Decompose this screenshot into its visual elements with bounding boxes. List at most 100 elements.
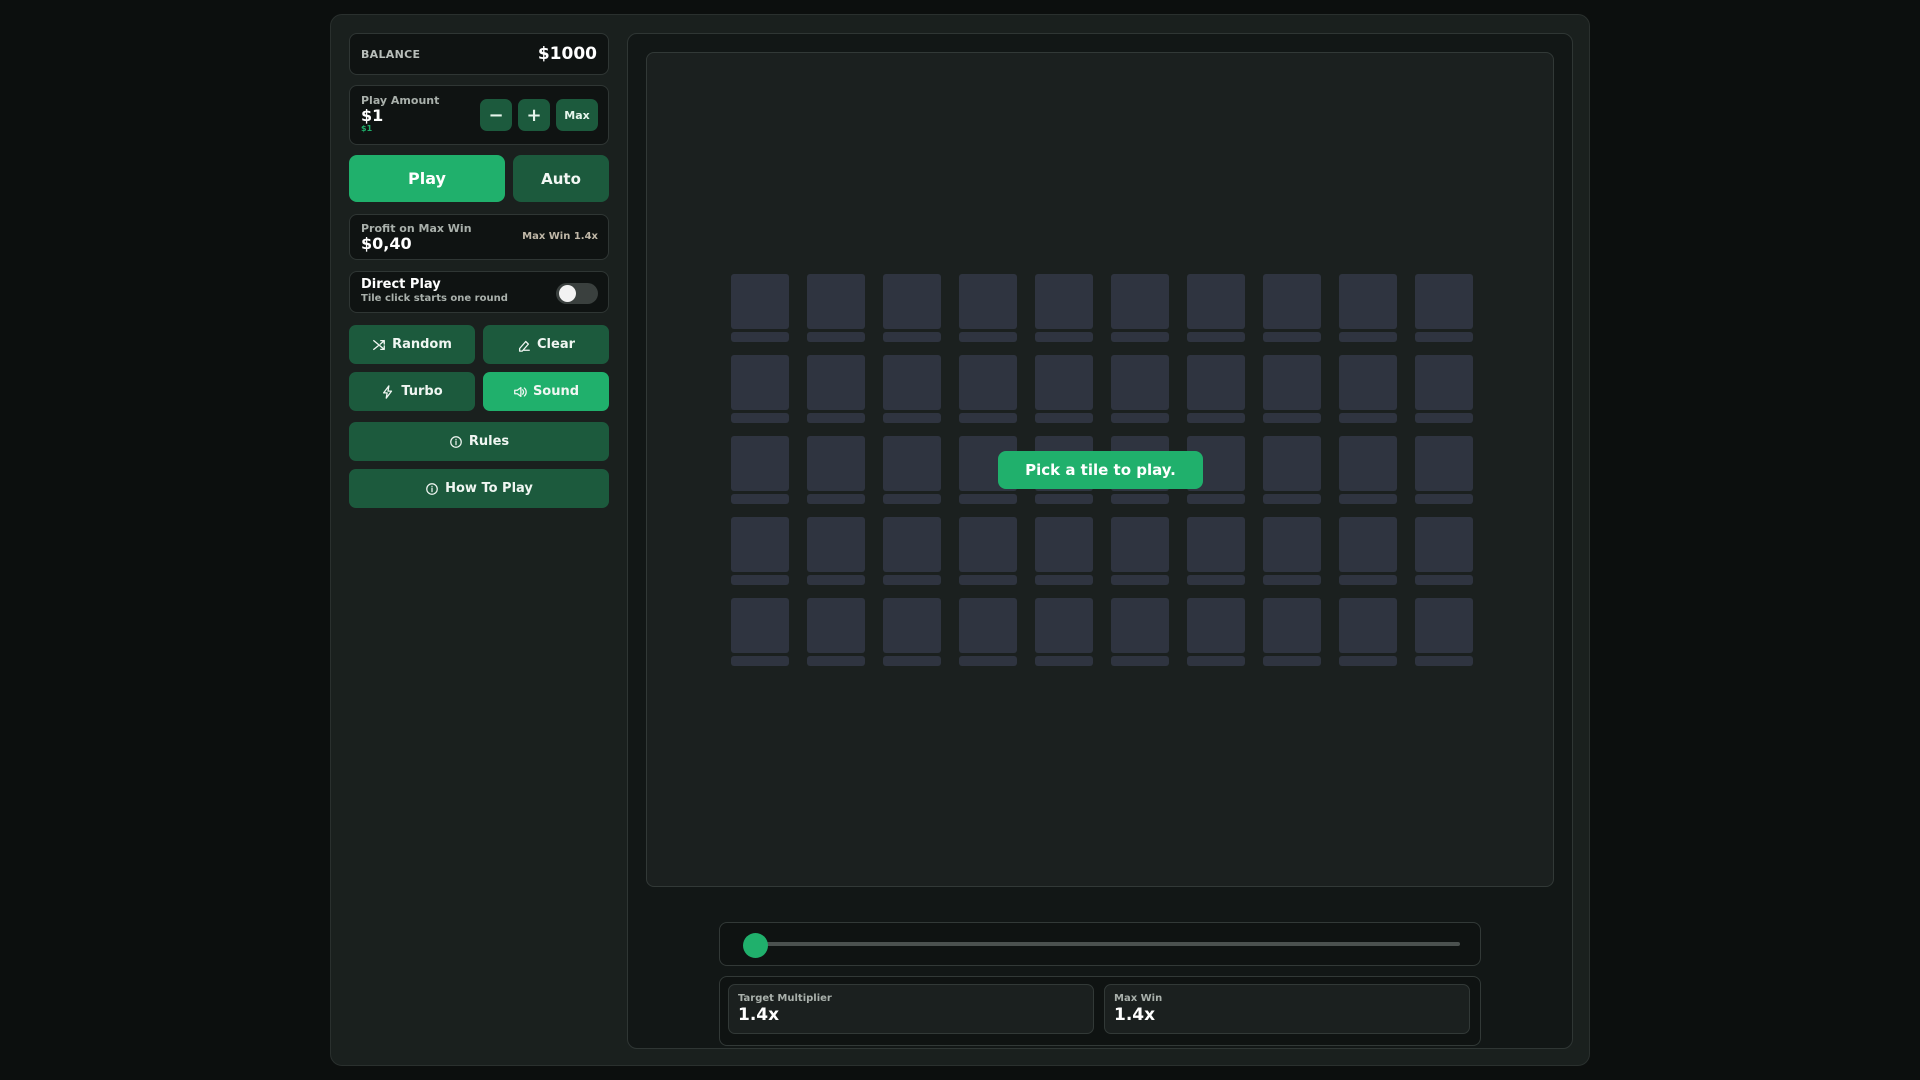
tile-face (731, 274, 789, 329)
increase-amount-button[interactable]: + (518, 99, 550, 131)
tile[interactable] (807, 274, 865, 342)
tile[interactable] (731, 355, 789, 423)
tile[interactable] (1187, 274, 1245, 342)
tile[interactable] (1339, 598, 1397, 666)
tile[interactable] (883, 598, 941, 666)
tile[interactable] (1339, 355, 1397, 423)
how-to-play-button[interactable]: How To Play (349, 469, 609, 508)
tile-base (883, 332, 941, 342)
clear-button[interactable]: Clear (483, 325, 609, 364)
tile[interactable] (1263, 517, 1321, 585)
tile[interactable] (807, 598, 865, 666)
tile-face (1415, 355, 1473, 410)
tile[interactable] (1415, 355, 1473, 423)
tile-base (1415, 413, 1473, 423)
tile[interactable] (1415, 517, 1473, 585)
random-button[interactable]: Random (349, 325, 475, 364)
tile[interactable] (1111, 274, 1169, 342)
tile[interactable] (807, 436, 865, 504)
sound-button[interactable]: Sound (483, 372, 609, 411)
info-icon (449, 435, 463, 449)
tile[interactable] (883, 274, 941, 342)
tile-face (1187, 355, 1245, 410)
tile[interactable] (1187, 517, 1245, 585)
tile[interactable] (1035, 598, 1093, 666)
tile[interactable] (1187, 598, 1245, 666)
tile[interactable] (959, 355, 1017, 423)
auto-button[interactable]: Auto (513, 155, 609, 202)
rules-button[interactable]: Rules (349, 422, 609, 461)
tile-base (1415, 494, 1473, 504)
shuffle-icon (372, 338, 386, 352)
tile[interactable] (1263, 355, 1321, 423)
tile[interactable] (1339, 436, 1397, 504)
tile-base (1111, 332, 1169, 342)
tile-base (1035, 575, 1093, 585)
rules-label: Rules (468, 434, 510, 449)
tile-base (731, 332, 789, 342)
tile[interactable] (959, 274, 1017, 342)
tile-face (731, 598, 789, 653)
tile[interactable] (959, 517, 1017, 585)
tile-face (1035, 274, 1093, 329)
tile-base (883, 575, 941, 585)
tile[interactable] (959, 598, 1017, 666)
tile[interactable] (1415, 436, 1473, 504)
tile[interactable] (1263, 436, 1321, 504)
tile-base (1415, 656, 1473, 666)
turbo-button[interactable]: Turbo (349, 372, 475, 411)
tile-base (883, 656, 941, 666)
tile[interactable] (731, 517, 789, 585)
tile[interactable] (1415, 274, 1473, 342)
tile-face (959, 355, 1017, 410)
tile[interactable] (807, 355, 865, 423)
tile-base (1339, 575, 1397, 585)
tile[interactable] (1111, 355, 1169, 423)
tile[interactable] (883, 517, 941, 585)
tile[interactable] (807, 517, 865, 585)
tile-base (959, 413, 1017, 423)
tile[interactable] (1339, 274, 1397, 342)
tile[interactable] (1339, 517, 1397, 585)
eraser-icon (517, 338, 531, 352)
max-amount-button[interactable]: Max (556, 99, 598, 131)
tile-base (1111, 494, 1169, 504)
tile-base (1263, 656, 1321, 666)
tile[interactable] (1415, 598, 1473, 666)
tile[interactable] (1035, 517, 1093, 585)
tile[interactable] (1035, 355, 1093, 423)
clear-label: Clear (537, 337, 575, 352)
tile-base (807, 494, 865, 504)
tile[interactable] (883, 355, 941, 423)
tile-face (1415, 517, 1473, 572)
option-buttons: Random Clear Turbo Sound (349, 325, 609, 411)
play-button[interactable]: Play (349, 155, 505, 202)
tile-base (1415, 575, 1473, 585)
tile[interactable] (1263, 274, 1321, 342)
tile[interactable] (883, 436, 941, 504)
direct-play-toggle[interactable] (556, 283, 598, 304)
tile[interactable] (1187, 355, 1245, 423)
decrease-amount-button[interactable]: − (480, 99, 512, 131)
game-window: BALANCE $1000 Play Amount $1 $1 − + Max … (330, 14, 1590, 1066)
tile-base (1263, 413, 1321, 423)
balance-card: BALANCE $1000 (349, 33, 609, 75)
tile[interactable] (1035, 274, 1093, 342)
tile[interactable] (731, 274, 789, 342)
tile[interactable] (731, 598, 789, 666)
turbo-label: Turbo (401, 384, 443, 399)
tile[interactable] (1263, 598, 1321, 666)
tile-face (807, 274, 865, 329)
tile[interactable] (1111, 517, 1169, 585)
slider-track[interactable] (756, 942, 1460, 946)
tile-base (883, 413, 941, 423)
how-to-play-label: How To Play (445, 481, 533, 496)
game-board: Pick a tile to play. (646, 52, 1554, 887)
tile-face (1111, 517, 1169, 572)
slider-knob[interactable] (743, 933, 768, 958)
pick-tile-message: Pick a tile to play. (998, 451, 1203, 489)
tile[interactable] (1111, 598, 1169, 666)
tile-base (1187, 656, 1245, 666)
tile-base (1339, 494, 1397, 504)
tile[interactable] (731, 436, 789, 504)
